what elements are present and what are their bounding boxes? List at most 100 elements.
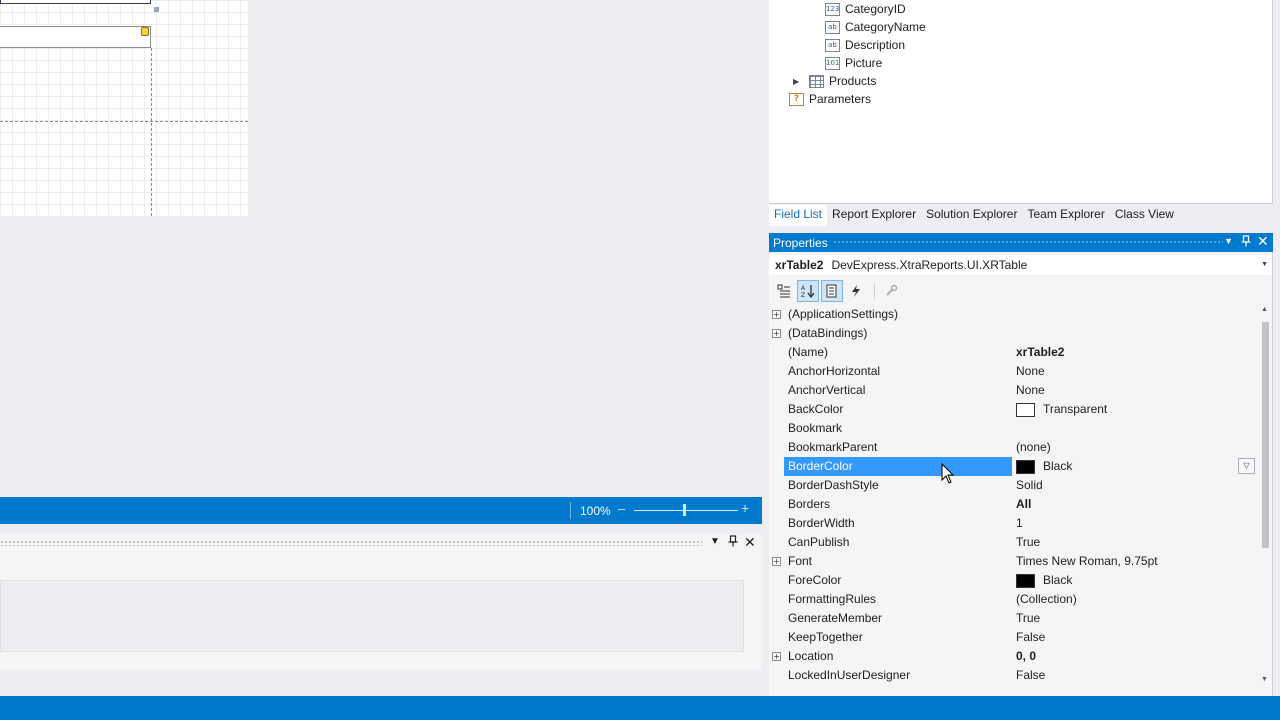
field-item-picture[interactable]: 101 Picture — [825, 54, 882, 72]
property-row[interactable]: BorderWidth 1 — [769, 514, 1259, 533]
property-name[interactable]: FormattingRules — [784, 590, 1012, 609]
tab-class-view[interactable]: Class View — [1110, 205, 1179, 226]
value-dropdown-button[interactable]: ▽ — [1238, 458, 1255, 474]
property-value[interactable]: 0, 0 — [1016, 647, 1036, 666]
title-drag-grip[interactable] — [833, 240, 1223, 245]
field-item-parameters[interactable]: ? Parameters — [789, 90, 871, 108]
property-row[interactable]: + (DataBindings) — [769, 324, 1259, 343]
property-row[interactable]: (Name) xrTable2 — [769, 343, 1259, 362]
property-name[interactable]: BorderDashStyle — [784, 476, 1012, 495]
property-name[interactable]: Location — [784, 647, 1012, 666]
property-name[interactable]: LockedInUserDesigner — [784, 666, 1012, 685]
property-value[interactable]: False — [1016, 666, 1045, 685]
alphabetical-sort-icon[interactable]: AZ — [797, 280, 819, 302]
property-pages-icon[interactable] — [821, 280, 843, 302]
zoom-out-button[interactable]: – — [618, 501, 625, 516]
property-name[interactable]: Borders — [784, 495, 1012, 514]
property-value[interactable]: All — [1016, 495, 1031, 514]
property-row[interactable]: KeepTogether False — [769, 628, 1259, 647]
scroll-down-icon[interactable]: ▼ — [1261, 676, 1268, 683]
property-value[interactable]: Times New Roman, 9.75pt — [1016, 552, 1158, 571]
property-row[interactable]: Bookmark — [769, 419, 1259, 438]
property-row[interactable]: AnchorVertical None — [769, 381, 1259, 400]
property-name[interactable]: BorderColor — [784, 457, 1012, 476]
property-name[interactable]: Font — [784, 552, 1012, 571]
field-item-description[interactable]: ab Description — [825, 36, 905, 54]
property-name[interactable]: Bookmark — [784, 419, 1012, 438]
expand-icon[interactable]: + — [772, 310, 781, 319]
expand-icon[interactable]: + — [772, 557, 781, 566]
object-selector-dropdown[interactable]: xrTable2 DevExpress.XtraReports.UI.XRTab… — [769, 255, 1272, 275]
events-icon[interactable] — [845, 280, 867, 302]
property-value[interactable]: xrTable2 — [1016, 343, 1064, 362]
property-value[interactable]: False — [1016, 628, 1045, 647]
property-value[interactable]: 1 — [1016, 514, 1023, 533]
property-name[interactable]: BackColor — [784, 400, 1012, 419]
property-row[interactable]: CanPublish True — [769, 533, 1259, 552]
property-name[interactable]: AnchorHorizontal — [784, 362, 1012, 381]
property-grid-scrollbar[interactable]: ▲ ▼ — [1259, 304, 1272, 688]
property-row[interactable]: BookmarkParent (none) — [769, 438, 1259, 457]
property-row[interactable]: BackColor Transparent — [769, 400, 1259, 419]
property-value[interactable]: True — [1016, 609, 1040, 628]
property-name[interactable]: (Name) — [784, 343, 1012, 362]
scrollbar-thumb[interactable] — [1262, 322, 1269, 548]
selected-control-outline[interactable] — [0, 0, 151, 4]
property-name[interactable]: CanPublish — [784, 533, 1012, 552]
panel-options-dropdown[interactable]: ▼ — [710, 536, 720, 547]
property-value[interactable]: (none) — [1016, 438, 1051, 457]
tab-field-list[interactable]: Field List — [769, 205, 828, 226]
panel-options-dropdown[interactable]: ▼ — [1224, 236, 1233, 246]
zoom-slider-track[interactable] — [634, 510, 738, 511]
pin-icon[interactable] — [728, 535, 738, 550]
zoom-in-button[interactable]: + — [741, 500, 749, 516]
property-value[interactable]: Black — [1016, 457, 1072, 476]
design-surface[interactable] — [0, 0, 248, 216]
tab-solution-explorer[interactable]: Solution Explorer — [921, 205, 1022, 226]
field-item-categoryname[interactable]: ab CategoryName — [825, 18, 926, 36]
property-value[interactable]: Solid — [1016, 476, 1043, 495]
property-row[interactable]: Borders All — [769, 495, 1259, 514]
report-table-control[interactable] — [0, 26, 151, 48]
expand-icon[interactable]: + — [772, 329, 781, 338]
property-name[interactable]: (ApplicationSettings) — [784, 305, 1012, 324]
property-name[interactable]: AnchorVertical — [784, 381, 1012, 400]
property-name[interactable]: BorderWidth — [784, 514, 1012, 533]
property-name[interactable]: GenerateMember — [784, 609, 1012, 628]
pin-icon[interactable] — [1241, 235, 1251, 250]
property-value[interactable]: True — [1016, 533, 1040, 552]
property-value[interactable]: Black — [1016, 571, 1072, 590]
tab-team-explorer[interactable]: Team Explorer — [1022, 205, 1109, 226]
close-icon[interactable]: ✕ — [1257, 233, 1269, 250]
field-item-categoryid[interactable]: 123 CategoryID — [825, 0, 906, 18]
property-row[interactable]: LockedInUserDesigner False — [769, 666, 1259, 685]
property-name[interactable]: (DataBindings) — [784, 324, 1012, 343]
property-row[interactable]: AnchorHorizontal None — [769, 362, 1259, 381]
close-icon[interactable]: ✕ — [744, 534, 756, 551]
property-value[interactable]: Transparent — [1016, 400, 1107, 419]
scroll-up-icon[interactable]: ▲ — [1261, 306, 1268, 313]
field-item-products[interactable]: ▶ Products — [793, 72, 876, 90]
expand-icon[interactable]: + — [772, 652, 781, 661]
property-name[interactable]: BookmarkParent — [784, 438, 1012, 457]
property-row[interactable]: + (ApplicationSettings) — [769, 305, 1259, 324]
expand-arrow-icon[interactable]: ▶ — [793, 77, 805, 86]
property-row[interactable]: FormattingRules (Collection) — [769, 590, 1259, 609]
smart-tag-icon[interactable] — [141, 27, 149, 36]
property-value[interactable]: None — [1016, 381, 1045, 400]
vertical-splitter[interactable] — [762, 0, 769, 696]
wrench-icon[interactable] — [880, 280, 902, 302]
property-name[interactable]: ForeColor — [784, 571, 1012, 590]
property-value[interactable]: None — [1016, 362, 1045, 381]
property-row[interactable]: GenerateMember True — [769, 609, 1259, 628]
property-value[interactable]: (Collection) — [1016, 590, 1077, 609]
tab-report-explorer[interactable]: Report Explorer — [827, 205, 921, 226]
zoom-slider-thumb[interactable] — [683, 504, 686, 516]
property-row[interactable]: BorderDashStyle Solid — [769, 476, 1259, 495]
property-name[interactable]: KeepTogether — [784, 628, 1012, 647]
categorized-icon[interactable] — [773, 280, 795, 302]
chevron-down-icon[interactable]: ▼ — [1261, 261, 1268, 268]
property-row[interactable]: + Location 0, 0 — [769, 647, 1259, 666]
resize-handle[interactable] — [154, 7, 159, 12]
property-row[interactable]: ForeColor Black — [769, 571, 1259, 590]
